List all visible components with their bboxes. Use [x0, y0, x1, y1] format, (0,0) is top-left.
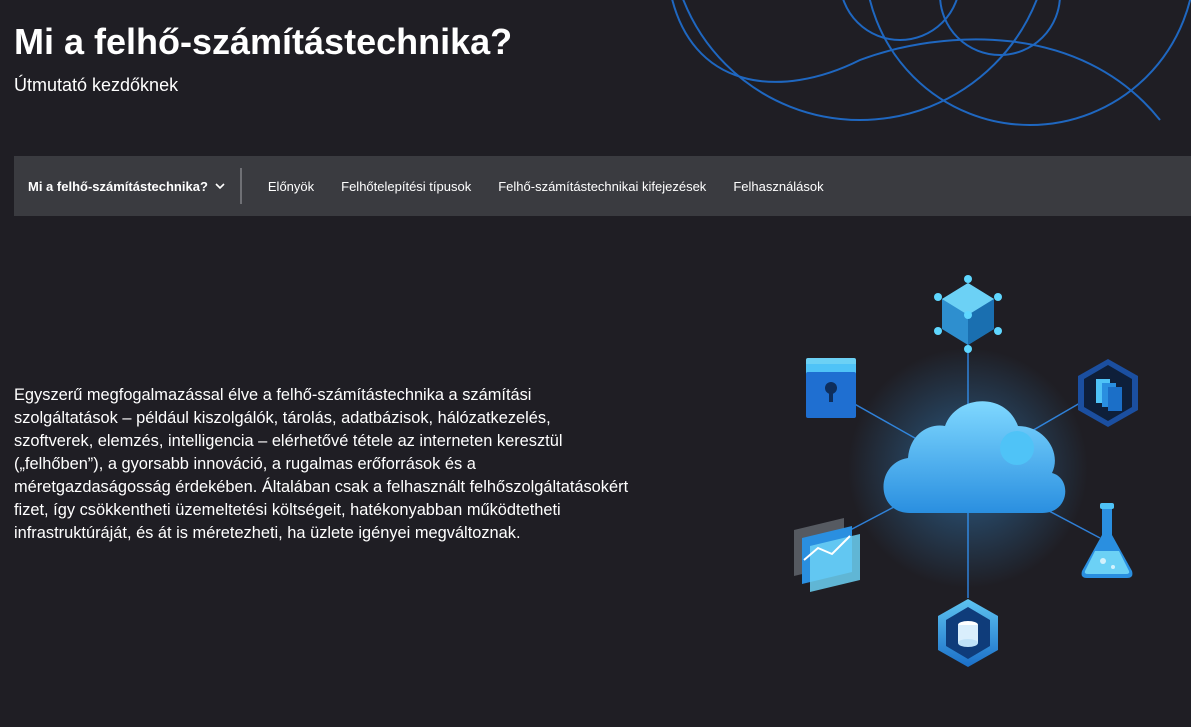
nav-link-kifejezesek[interactable]: Felhő-számítástechnikai kifejezések: [498, 179, 706, 194]
secure-folder-icon: [806, 358, 856, 418]
page-title: Mi a felhő-számítástechnika?: [14, 21, 513, 62]
nav-link-felhasznalasok[interactable]: Felhasználások: [733, 179, 823, 194]
cube-network-icon: [934, 275, 1002, 353]
cloud-services-illustration: [794, 275, 1138, 667]
nav-link-elonyok[interactable]: Előnyök: [268, 179, 314, 194]
document-stack-icon: [1078, 359, 1138, 427]
page-subtitle: Útmutató kezdőknek: [14, 75, 179, 95]
intro-paragraph: Egyszerű megfogalmazással élve a felhő-s…: [14, 386, 629, 542]
page: Mi a felhő-számítástechnika? Útmutató ke…: [0, 0, 1191, 727]
nav-link-felhotelepitesi-tipusok[interactable]: Felhőtelepítési típusok: [341, 179, 471, 194]
database-icon: [938, 599, 998, 667]
nav-current-label: Mi a felhő-számítástechnika?: [28, 178, 208, 194]
section-nav: Mi a felhő-számítástechnika? Előnyök Fel…: [14, 156, 1191, 216]
analytics-icon: [794, 518, 860, 592]
nav-current-dropdown[interactable]: Mi a felhő-számítástechnika?: [14, 168, 242, 204]
chevron-down-icon: [215, 183, 225, 190]
cloud-icon: [848, 348, 1088, 588]
flask-icon: [1081, 503, 1133, 578]
